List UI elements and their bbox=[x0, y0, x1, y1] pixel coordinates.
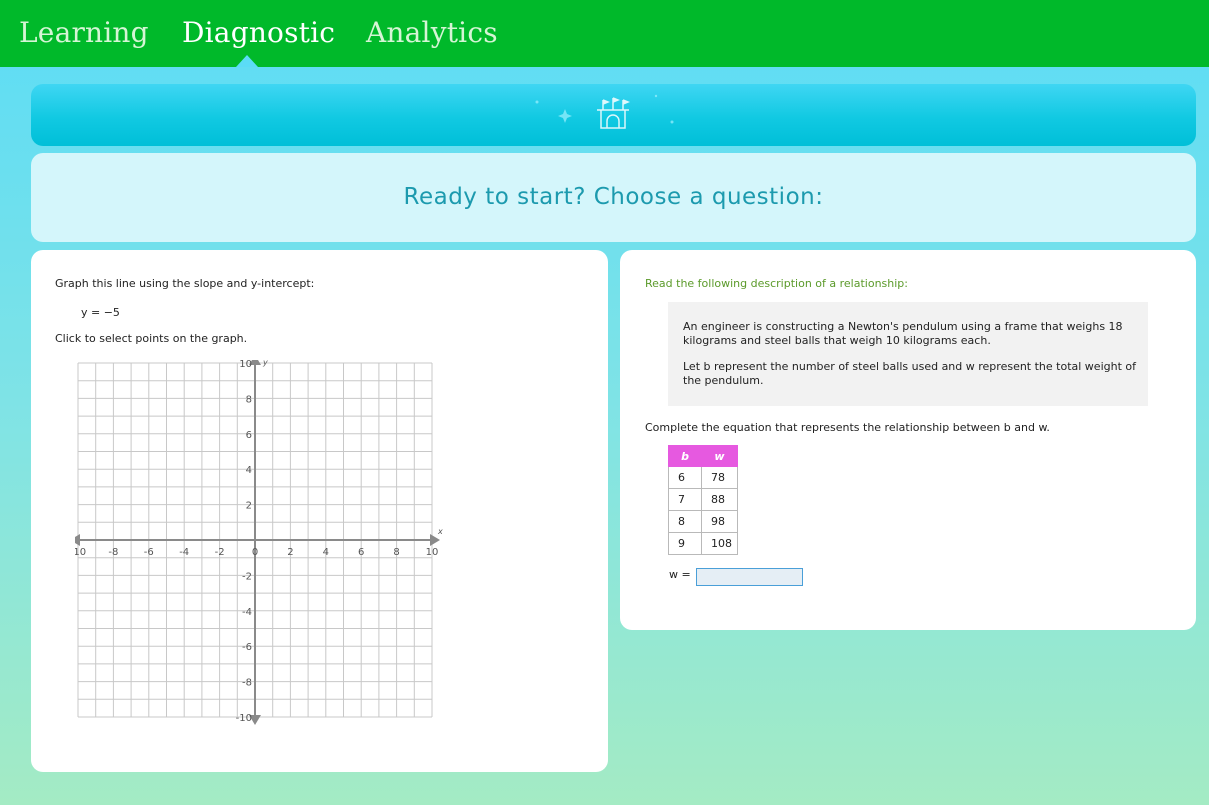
tab-analytics[interactable]: Analytics bbox=[366, 16, 498, 49]
x-tick-label: 10 bbox=[426, 547, 439, 558]
active-tab-indicator bbox=[236, 55, 258, 67]
header-panel: Ready to start? Choose a question: bbox=[31, 153, 1196, 242]
y-tick-label: -8 bbox=[242, 678, 252, 689]
x-tick-label: 6 bbox=[358, 547, 364, 558]
x-axis-label: x bbox=[437, 527, 443, 536]
x-tick-label: 2 bbox=[287, 547, 293, 558]
x-tick-label: 4 bbox=[323, 547, 329, 558]
description-text: An engineer is constructing a Newton's p… bbox=[683, 320, 1123, 347]
table-header: w bbox=[701, 445, 738, 467]
table-cell: 108 bbox=[701, 532, 738, 555]
y-tick-label: 2 bbox=[246, 501, 252, 512]
table-cell: 88 bbox=[701, 488, 738, 511]
question-prompt: Read the following description of a rela… bbox=[645, 277, 908, 290]
x-tick-label: 8 bbox=[393, 547, 399, 558]
answer-input[interactable] bbox=[696, 568, 803, 586]
y-tick-label: 6 bbox=[246, 430, 252, 441]
graph-svg[interactable]: x y -10 -8 -6 -4 -2 0 2 4 6 8 10 10 8 6 4 2 -2 -4 -6 -8 -10 bbox=[70, 355, 455, 734]
tab-diagnostic[interactable]: Diagnostic bbox=[182, 16, 335, 49]
y-tick-label: 4 bbox=[246, 465, 252, 476]
description-text: Let b represent the number of steel ball… bbox=[683, 360, 1136, 387]
instruction-text: Click to select points on the graph. bbox=[55, 332, 248, 345]
table-cell: 9 bbox=[668, 532, 702, 555]
instruction-text: Complete the equation that represents th… bbox=[645, 421, 1050, 434]
tab-learning[interactable]: Learning bbox=[19, 16, 149, 49]
table-header: b bbox=[668, 445, 702, 467]
x-axis-arrow-left bbox=[70, 534, 80, 546]
coordinate-grid[interactable]: x y -10 -8 -6 -4 -2 0 2 4 6 8 10 10 8 6 4 2 -2 -4 -6 -8 -10 bbox=[70, 355, 455, 738]
x-tick-label: 0 bbox=[252, 547, 258, 558]
y-axis-label: y bbox=[262, 360, 268, 367]
values-table: b w 6 78 7 88 8 98 9 108 bbox=[668, 445, 738, 555]
table-cell: 6 bbox=[668, 466, 702, 489]
table-row: 9 108 bbox=[668, 532, 738, 555]
table-row: 6 78 bbox=[668, 466, 738, 489]
table-row: 8 98 bbox=[668, 510, 738, 533]
table-cell: 98 bbox=[701, 510, 738, 533]
answer-label: w = bbox=[669, 568, 691, 581]
banner bbox=[31, 84, 1196, 146]
page-title: Ready to start? Choose a question: bbox=[403, 184, 824, 210]
castle-icon bbox=[597, 97, 631, 129]
table-cell: 7 bbox=[668, 488, 702, 511]
y-tick-label: -4 bbox=[242, 607, 252, 618]
description-box: An engineer is constructing a Newton's p… bbox=[668, 302, 1148, 406]
table-cell: 8 bbox=[668, 510, 702, 533]
question-card-equation[interactable]: Read the following description of a rela… bbox=[620, 250, 1196, 630]
table-row: 7 88 bbox=[668, 488, 738, 511]
y-tick-label: -10 bbox=[236, 713, 252, 724]
y-tick-label: 8 bbox=[246, 394, 252, 405]
x-tick-label: -4 bbox=[179, 547, 189, 558]
table-cell: 78 bbox=[701, 466, 738, 489]
x-tick-label: -2 bbox=[215, 547, 225, 558]
y-tick-label: 10 bbox=[239, 360, 252, 370]
top-nav: Learning Diagnostic Analytics bbox=[0, 0, 1209, 67]
y-tick-label: -2 bbox=[242, 571, 252, 582]
question-card-graph[interactable]: Graph this line using the slope and y-in… bbox=[31, 250, 608, 772]
x-tick-label: -6 bbox=[144, 547, 154, 558]
equation: y = −5 bbox=[81, 306, 120, 319]
x-tick-label: -8 bbox=[108, 547, 118, 558]
x-tick-label: -10 bbox=[75, 547, 86, 558]
question-prompt: Graph this line using the slope and y-in… bbox=[55, 277, 315, 290]
y-tick-label: -6 bbox=[242, 642, 252, 653]
